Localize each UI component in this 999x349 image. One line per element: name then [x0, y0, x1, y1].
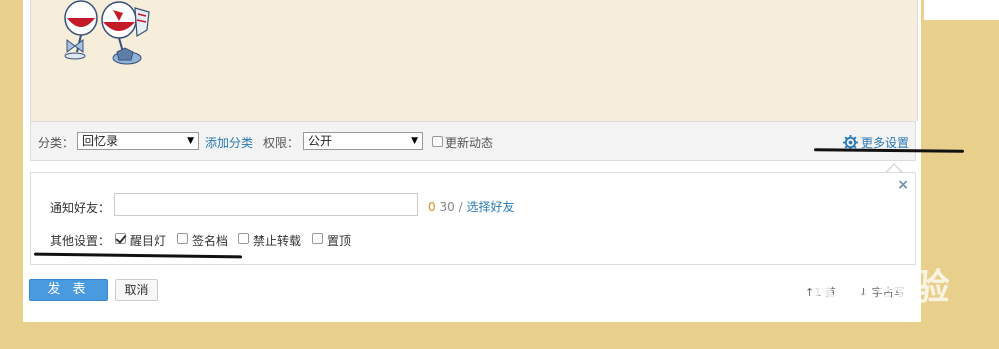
baidu-watermark-url: jingyan.baidu.com	[766, 302, 914, 321]
counter-max: 30	[439, 200, 455, 214]
notify-friends-label: 通知好友：	[50, 201, 111, 215]
update-label: 更新动态	[445, 136, 494, 150]
counter-separator: /	[458, 200, 463, 214]
publish-button[interactable]: 发 表	[29, 279, 108, 301]
highlight-checkbox[interactable]	[115, 233, 126, 244]
dropdown-arrow-icon: ▼	[411, 136, 418, 146]
update-checkbox[interactable]	[432, 136, 443, 147]
no-repost-label: 禁止转载	[253, 234, 302, 248]
close-icon[interactable]: ×	[897, 177, 909, 193]
notify-friends-input[interactable]	[114, 193, 418, 216]
wine-glasses-sticker-icon	[64, 0, 150, 65]
permission-value: 公开	[308, 134, 333, 148]
counter-current: 0	[428, 200, 436, 214]
choose-friends-link[interactable]: 选择好友	[466, 200, 514, 214]
post-options-toolbar: 分类： 回忆录 ▼ 添加分类 权限： 公开 ▼ 更新动态 更多设置	[30, 121, 916, 161]
cancel-button[interactable]: 取消	[115, 279, 158, 301]
signature-checkbox[interactable]	[177, 233, 188, 244]
highlight-label: 醒目灯	[130, 234, 167, 248]
signature-label: 签名档	[192, 234, 229, 248]
add-category-link[interactable]: 添加分类	[205, 134, 253, 151]
corner-panel	[924, 0, 999, 20]
category-value: 回忆录	[82, 134, 119, 148]
notify-counter: 0 30 / 选择好友	[428, 198, 514, 215]
editor-content-area[interactable]	[30, 0, 918, 121]
other-settings-label: 其他设置：	[50, 234, 111, 248]
more-settings-panel: × 通知好友： 0 30 / 选择好友 其他设置： 醒目灯 签名档 禁止转载 置…	[30, 172, 916, 265]
pin-top-label: 置顶	[327, 234, 352, 248]
permission-label: 权限：	[263, 136, 300, 150]
permission-select[interactable]: 公开 ▼	[303, 132, 423, 150]
category-label: 分类：	[38, 136, 75, 150]
category-select[interactable]: 回忆录 ▼	[77, 132, 199, 150]
no-repost-checkbox[interactable]	[238, 233, 249, 244]
dropdown-arrow-icon: ▼	[187, 136, 194, 146]
pin-top-checkbox[interactable]	[312, 233, 323, 244]
